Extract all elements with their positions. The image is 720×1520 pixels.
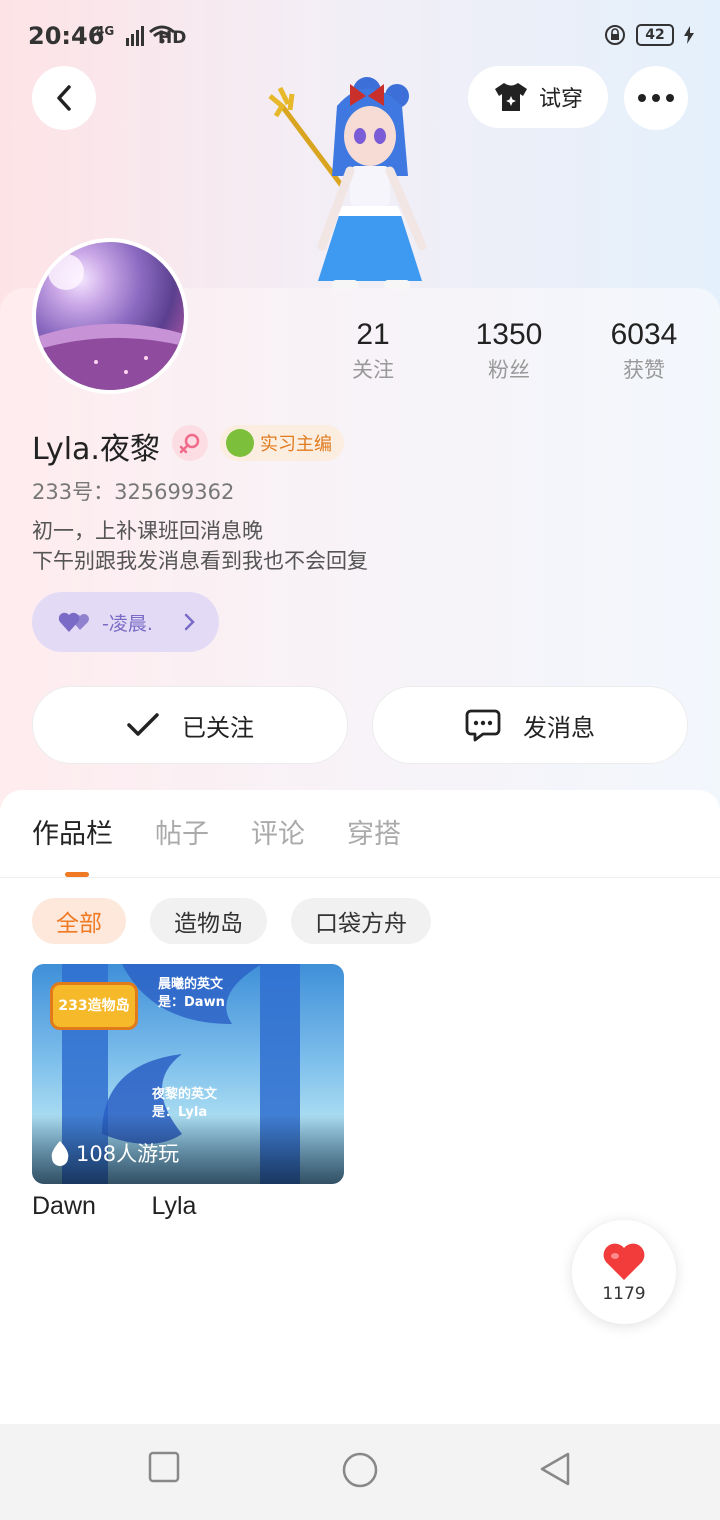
message-label: 发消息 — [523, 713, 595, 742]
game-logo: 233造物岛 — [50, 982, 138, 1030]
profile-tabs: 作品栏 帖子 评论 穿搭 — [32, 812, 401, 851]
message-button[interactable]: 发消息 — [372, 686, 688, 764]
heart-icon — [603, 1243, 645, 1280]
stat-number: 6034 — [610, 318, 678, 351]
like-count: 1179 — [602, 1284, 646, 1304]
friend-name: -凌晨. — [102, 612, 153, 635]
stat-label: 粉丝 — [488, 358, 530, 382]
follow-button[interactable]: 已关注 — [32, 686, 348, 764]
check-icon — [127, 713, 159, 736]
play-count: 108人游玩 — [50, 1138, 179, 1168]
username: Lyla.夜黎 — [32, 432, 160, 467]
heart-pair-icon — [58, 612, 89, 632]
stat-followers[interactable]: 1350 粉丝 — [454, 318, 564, 384]
chat-bubble-icon — [465, 709, 501, 742]
character-avatar[interactable] — [262, 66, 452, 296]
cover-text-1: 晨曦的英文 是：Dawn — [158, 977, 225, 1010]
avatar[interactable] — [32, 238, 188, 394]
female-icon — [179, 433, 200, 454]
flame-icon — [51, 1141, 69, 1166]
stat-number: 21 — [356, 318, 390, 351]
tab-works[interactable]: 作品栏 — [32, 812, 113, 851]
stat-following[interactable]: 21 关注 — [318, 318, 428, 384]
play-count-label: 108人游玩 — [76, 1142, 180, 1166]
work-card[interactable]: 233造物岛 晨曦的英文 是：Dawn 夜黎的英文 是：Lyla 108人游玩 — [32, 964, 344, 1184]
chevron-left-icon — [57, 85, 71, 111]
tab-posts[interactable]: 帖子 — [155, 812, 209, 851]
status-bar: 20:46 4G HD 42 — [0, 0, 720, 74]
back-button[interactable] — [32, 66, 96, 130]
more-dots-icon — [638, 94, 674, 102]
back-nav-icon[interactable] — [538, 1450, 574, 1488]
chip-all[interactable]: 全部 — [32, 898, 126, 944]
work-title[interactable]: Dawn Lyla — [32, 1192, 196, 1221]
system-nav-bar — [0, 1424, 720, 1520]
follow-label: 已关注 — [182, 713, 254, 742]
stat-likes[interactable]: 6034 获赞 — [589, 318, 699, 384]
lock-rotation-icon — [605, 25, 625, 45]
divider — [0, 877, 720, 878]
tab-comments[interactable]: 评论 — [251, 812, 305, 851]
role-badge-label: 实习主编 — [260, 434, 332, 455]
try-on-button[interactable]: 试穿 — [468, 66, 608, 128]
chip-pocket-ark[interactable]: 口袋方舟 — [291, 898, 431, 944]
gender-badge — [172, 425, 208, 461]
network-type: 4G — [96, 24, 115, 38]
recent-apps-icon[interactable] — [148, 1450, 180, 1484]
status-time: 20:46 — [28, 22, 105, 50]
close-friend-pill[interactable]: -凌晨. — [32, 592, 219, 652]
hd-label: HD — [158, 28, 187, 48]
bio: 初一，上补课班回消息晚 下午别跟我发消息看到我也不会回复 — [32, 516, 368, 576]
chip-creation-island[interactable]: 造物岛 — [150, 898, 267, 944]
like-button[interactable]: 1179 — [572, 1220, 676, 1324]
charging-icon — [684, 26, 694, 44]
try-on-label: 试穿 — [538, 87, 583, 112]
stat-label: 获赞 — [623, 358, 665, 382]
filter-chips: 全部 造物岛 口袋方舟 — [32, 898, 431, 944]
role-badge[interactable]: 实习主编 — [220, 425, 344, 461]
user-id: 233号：325699362 — [32, 480, 235, 504]
avatar-landscape-image — [36, 254, 184, 390]
editor-badge-icon — [226, 429, 254, 457]
bio-line: 下午别跟我发消息看到我也不会回复 — [32, 549, 368, 573]
bio-line: 初一，上补课班回消息晚 — [32, 519, 263, 543]
home-icon[interactable] — [341, 1450, 379, 1490]
chevron-right-icon — [184, 613, 195, 631]
more-button[interactable] — [624, 66, 688, 130]
stat-label: 关注 — [352, 358, 394, 382]
tab-outfits[interactable]: 穿搭 — [347, 812, 401, 851]
battery-level: 42 — [636, 24, 674, 46]
tshirt-icon — [494, 83, 527, 111]
stat-number: 1350 — [475, 318, 543, 351]
